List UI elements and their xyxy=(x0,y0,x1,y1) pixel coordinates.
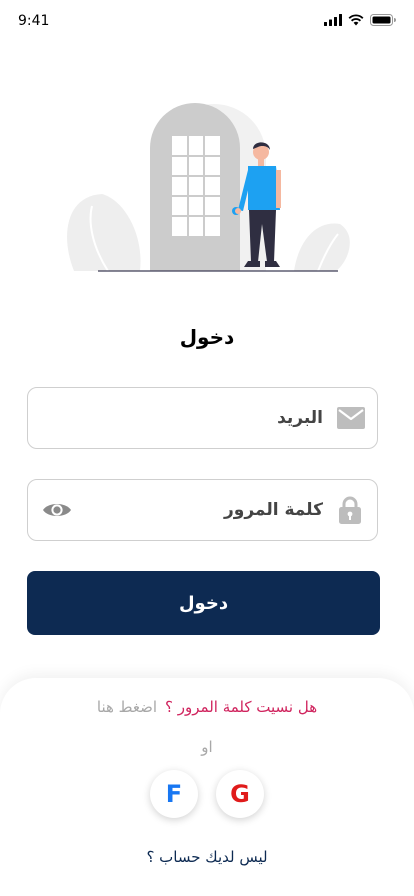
bottom-sheet: هل نسيت كلمة المرور ؟ اضغط هنا او F G لي… xyxy=(0,678,414,896)
battery-icon xyxy=(370,14,396,26)
forgot-password-link[interactable]: اضغط هنا xyxy=(97,698,157,716)
forgot-password-row: هل نسيت كلمة المرور ؟ اضغط هنا xyxy=(0,698,414,716)
status-bar: 9:41 xyxy=(0,0,414,44)
email-input[interactable] xyxy=(103,388,323,448)
wifi-icon xyxy=(348,14,364,26)
lock-icon xyxy=(339,496,361,528)
email-field[interactable] xyxy=(27,387,378,449)
status-icons xyxy=(324,14,396,26)
login-title: دخول xyxy=(179,325,235,349)
login-button[interactable]: دخول xyxy=(27,571,380,635)
google-login-button[interactable]: G xyxy=(216,770,264,818)
or-separator: او xyxy=(201,738,213,756)
envelope-icon xyxy=(337,406,365,434)
signal-icon xyxy=(324,14,342,26)
person-at-door-illustration xyxy=(62,96,352,278)
password-field[interactable] xyxy=(27,479,378,541)
eye-icon[interactable] xyxy=(42,500,72,524)
facebook-login-button[interactable]: F xyxy=(150,770,198,818)
status-time: 9:41 xyxy=(18,13,50,29)
no-account-link[interactable]: ليس لديك حساب ؟ xyxy=(0,848,414,866)
password-input[interactable] xyxy=(103,480,323,540)
forgot-password-text[interactable]: هل نسيت كلمة المرور ؟ xyxy=(165,698,317,716)
